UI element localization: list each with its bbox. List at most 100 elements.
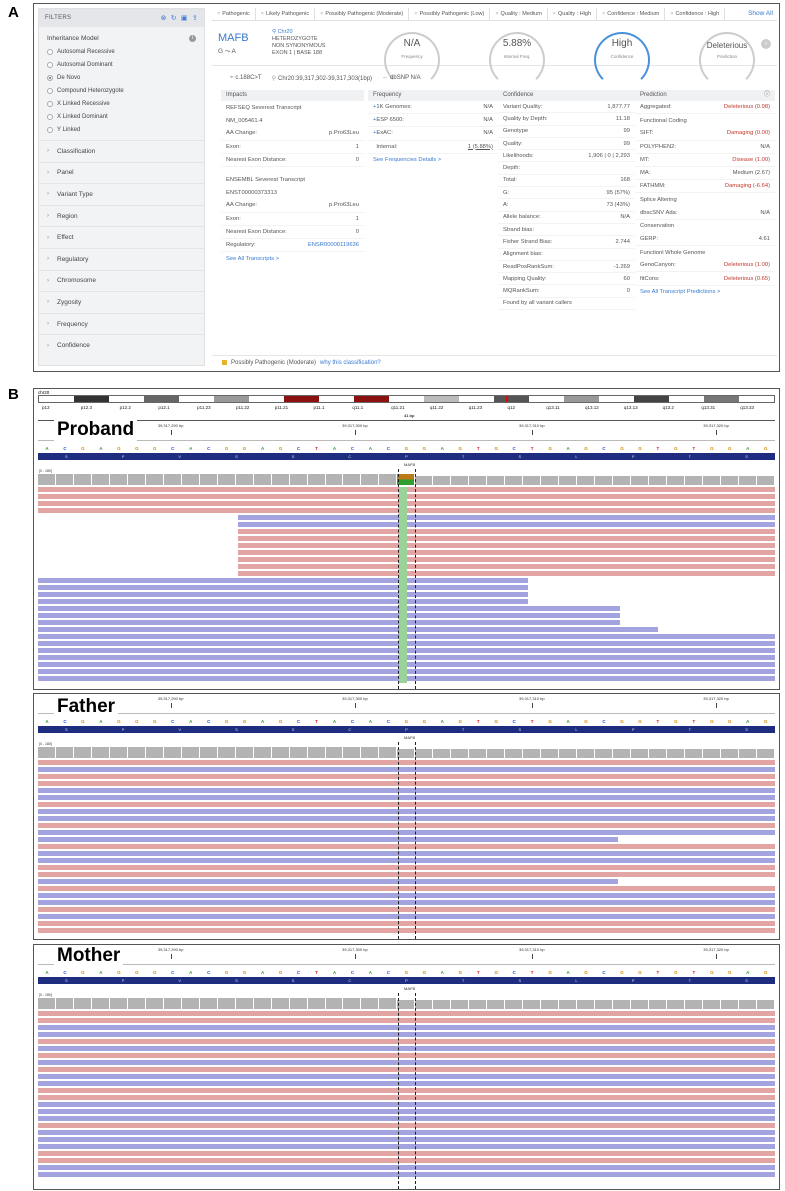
filter-category-zygosity[interactable]: › Zygosity — [39, 291, 204, 313]
aligned-read[interactable] — [38, 641, 775, 646]
alignment-reads[interactable] — [38, 487, 775, 683]
filter-category-chromosome[interactable]: › Chromosome — [39, 269, 204, 292]
aligned-read[interactable] — [38, 893, 775, 898]
filter-tag[interactable]: × Possibly Pathogenic (Moderate) — [315, 7, 410, 20]
reset-icon[interactable]: ↻ — [171, 14, 177, 22]
inheritance-option[interactable]: X Linked Recessive — [39, 97, 204, 110]
filter-tag[interactable]: × Likely Pathogenic — [256, 7, 316, 20]
see-all-transcripts-link[interactable]: See All Transcripts > — [221, 252, 364, 265]
aligned-read[interactable] — [38, 487, 775, 492]
filter-tag[interactable]: × Possibly Pathogenic (Low) — [409, 7, 491, 20]
aligned-read[interactable] — [38, 1081, 775, 1086]
aligned-read[interactable] — [38, 669, 775, 674]
aligned-read[interactable] — [38, 858, 775, 863]
aligned-read[interactable] — [38, 1158, 775, 1163]
info-icon[interactable]: ⓘ — [764, 90, 770, 101]
aligned-read[interactable] — [38, 634, 775, 639]
coverage-track[interactable] — [38, 746, 775, 758]
filter-category-variant-type[interactable]: › Variant Type — [39, 183, 204, 205]
filter-tag[interactable]: × Confidence : Medium — [597, 7, 666, 20]
filter-category-confidence[interactable]: › Confidence — [39, 334, 204, 356]
aligned-read[interactable] — [38, 1137, 775, 1142]
aligned-read[interactable] — [38, 795, 775, 800]
gene-name[interactable]: MAFB — [218, 32, 249, 44]
inheritance-option[interactable]: Compound Heterozygote — [39, 84, 204, 97]
aligned-read[interactable] — [38, 1151, 775, 1156]
aligned-read[interactable] — [38, 1074, 775, 1079]
aligned-read[interactable] — [38, 1109, 775, 1114]
aligned-read[interactable] — [38, 613, 620, 618]
aligned-read[interactable] — [38, 921, 775, 926]
aligned-read[interactable] — [38, 1039, 775, 1044]
aligned-read[interactable] — [38, 823, 775, 828]
aligned-read[interactable] — [238, 564, 775, 569]
filter-clear-icon[interactable]: ⊗ — [161, 14, 167, 22]
show-all-link[interactable]: Show All — [748, 10, 777, 17]
aligned-read[interactable] — [38, 886, 775, 891]
aligned-read[interactable] — [38, 648, 775, 653]
aligned-read[interactable] — [38, 1088, 775, 1093]
aligned-read[interactable] — [38, 907, 775, 912]
aligned-read[interactable] — [38, 1172, 775, 1177]
remove-tag-icon[interactable]: × — [320, 11, 323, 17]
upload-icon[interactable]: ⇪ — [192, 14, 198, 22]
aligned-read[interactable] — [38, 788, 775, 793]
alignment-reads[interactable] — [38, 1011, 775, 1179]
filter-category-frequency[interactable]: › Frequency — [39, 312, 204, 335]
inheritance-option[interactable]: De Novo — [39, 71, 204, 84]
aligned-read[interactable] — [38, 676, 775, 681]
aligned-read[interactable] — [38, 501, 775, 506]
alignment-reads[interactable] — [38, 760, 775, 935]
close-icon[interactable]: ‹ — [761, 39, 771, 49]
remove-tag-icon[interactable]: × — [261, 11, 264, 17]
aligned-read[interactable] — [38, 802, 775, 807]
inheritance-option[interactable]: Y Linked — [39, 123, 204, 136]
why-classification-link[interactable]: why this classification? — [320, 360, 381, 366]
aligned-read[interactable] — [38, 662, 775, 667]
aligned-read[interactable] — [38, 809, 775, 814]
aligned-read[interactable] — [238, 522, 775, 527]
aligned-read[interactable] — [38, 508, 775, 513]
aligned-read[interactable] — [38, 879, 618, 884]
aligned-read[interactable] — [38, 1025, 775, 1030]
aligned-read[interactable] — [38, 1095, 775, 1100]
aligned-read[interactable] — [38, 1123, 775, 1128]
aligned-read[interactable] — [38, 760, 775, 765]
radio-button[interactable] — [47, 61, 53, 68]
filter-category-panel[interactable]: › Panel — [39, 161, 204, 184]
aligned-read[interactable] — [38, 1032, 775, 1037]
aligned-read[interactable] — [38, 816, 775, 821]
aligned-read[interactable] — [38, 781, 775, 786]
aligned-read[interactable] — [38, 578, 528, 583]
remove-tag-icon[interactable]: × — [217, 11, 220, 17]
aligned-read[interactable] — [38, 914, 775, 919]
inheritance-option[interactable]: X Linked Dominant — [39, 110, 204, 123]
aligned-read[interactable] — [38, 1046, 775, 1051]
aligned-read[interactable] — [38, 837, 618, 842]
save-icon[interactable]: ▣ — [181, 14, 188, 22]
radio-button[interactable] — [47, 113, 53, 120]
inheritance-option[interactable]: Autosomal Dominant — [39, 58, 204, 71]
aligned-read[interactable] — [238, 543, 775, 548]
aligned-read[interactable] — [38, 1053, 775, 1058]
filter-tag[interactable]: × Confidence : High — [665, 7, 726, 20]
filter-category-region[interactable]: › Region — [39, 204, 204, 227]
aligned-read[interactable] — [38, 900, 775, 905]
chromosome-ideogram[interactable] — [38, 395, 775, 403]
aligned-read[interactable] — [38, 830, 775, 835]
filter-category-regulatory[interactable]: › Regulatory — [39, 247, 204, 270]
radio-button[interactable] — [47, 100, 53, 107]
see-frequencies-link[interactable]: See Frequencies Details > — [368, 154, 498, 167]
aligned-read[interactable] — [38, 851, 775, 856]
aligned-read[interactable] — [38, 1011, 775, 1016]
remove-tag-icon[interactable]: × — [495, 11, 498, 17]
radio-button[interactable] — [47, 48, 53, 55]
aligned-read[interactable] — [38, 655, 775, 660]
aligned-read[interactable] — [38, 767, 775, 772]
aligned-read[interactable] — [38, 585, 528, 590]
filter-tag[interactable]: × Quality : High — [548, 7, 598, 20]
aligned-read[interactable] — [38, 1060, 775, 1065]
aligned-read[interactable] — [238, 529, 775, 534]
aligned-read[interactable] — [38, 599, 528, 604]
aligned-read[interactable] — [38, 627, 658, 632]
